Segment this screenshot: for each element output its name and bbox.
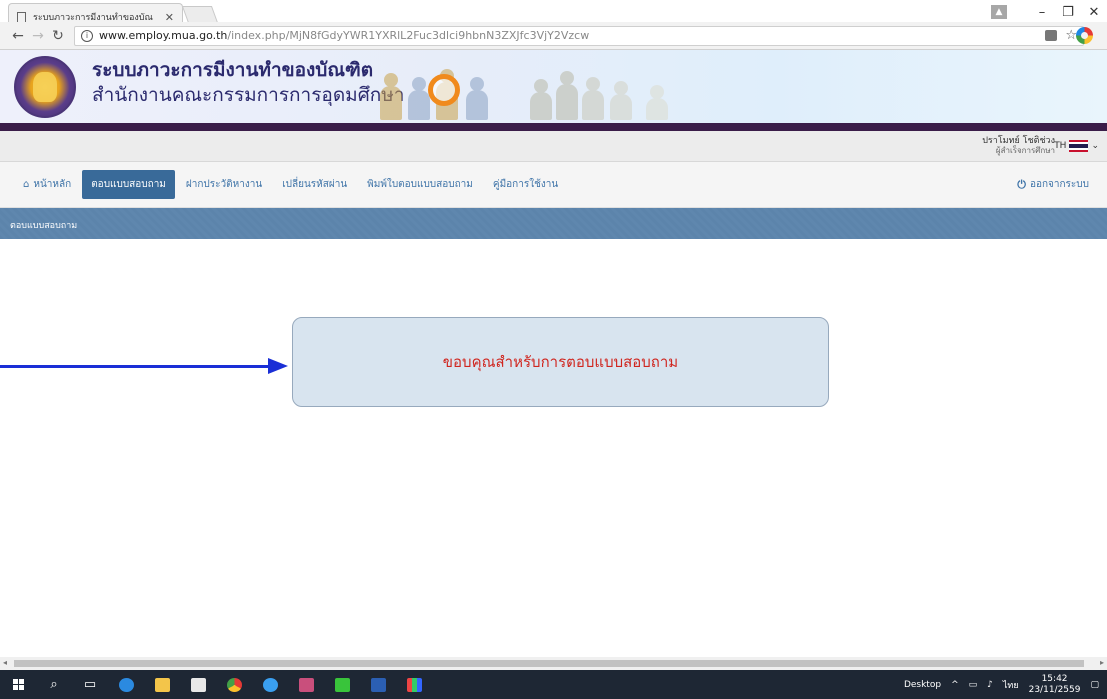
extension-icon[interactable] (1076, 27, 1093, 44)
windows-taskbar: ⌕ ▭ Desktop ^ ▭ ♪ ไทย 15:42 23/11/2559 ▢ (0, 670, 1107, 699)
language-code: TH (1054, 141, 1067, 151)
back-button[interactable]: ← (8, 28, 28, 44)
url-host: www.employ.mua.go.th (99, 29, 228, 42)
annotation-arrow-line (0, 365, 270, 368)
clock-time: 15:42 (1041, 673, 1068, 684)
success-message: ขอบคุณสำหรับการตอบแบบสอบถาม (442, 353, 679, 371)
minimize-button[interactable]: – (1029, 5, 1055, 20)
main-nav: ⌂ หน้าหลัก ตอบแบบสอบถาม ฝากประวัติหางาน … (0, 162, 1107, 208)
user-name: ปราโมทย์ โชติช่วง (982, 136, 1055, 146)
new-tab-button[interactable] (181, 6, 219, 23)
internet-explorer-icon[interactable] (252, 670, 288, 699)
forward-button[interactable]: → (28, 28, 48, 44)
success-message-box: ขอบคุณสำหรับการตอบแบบสอบถาม (292, 317, 829, 407)
nav-item-label: ฝากประวัติหางาน (185, 179, 263, 190)
edge-icon[interactable] (108, 670, 144, 699)
search-icon[interactable]: ⌕ (36, 670, 72, 699)
site-banner: ระบบภาวะการมีงานทำของบัณฑิต สำนักงานคณะก… (0, 50, 1107, 124)
nav-item-home[interactable]: ⌂ หน้าหลัก (14, 170, 80, 199)
thai-flag-icon (1069, 140, 1089, 152)
nav-item-label: พิมพ์ใบตอบแบบสอบถาม (367, 179, 473, 190)
logout-button[interactable]: ⏻ ออกจากระบบ (1017, 177, 1089, 192)
nav-item-label: คู่มือการใช้งาน (492, 179, 559, 190)
scrollbar-thumb[interactable] (14, 660, 1084, 667)
network-icon[interactable]: ▭ (969, 680, 978, 690)
home-icon: ⌂ (23, 179, 30, 190)
url-path: /index.php/MjN8fGdyYWR1YXRlL2Fuc3dlci9hb… (227, 29, 590, 42)
nav-item-job-profile[interactable]: ฝากประวัติหางาน (177, 170, 271, 199)
store-icon[interactable] (180, 670, 216, 699)
page-icon (17, 11, 26, 23)
nav-item-questionnaire[interactable]: ตอบแบบสอบถาม (82, 170, 175, 199)
page-header-bar: ตอบแบบสอบถาม (0, 208, 1107, 239)
nav-item-label: หน้าหลัก (33, 179, 72, 190)
profile-icon[interactable]: ▲ (991, 5, 1007, 19)
nav-item-manual[interactable]: คู่มือการใช้งาน (484, 170, 567, 199)
line-icon[interactable] (324, 670, 360, 699)
nav-item-label: เปลี่ยนรหัสผ่าน (282, 179, 348, 190)
magnifier-icon (428, 74, 460, 106)
site-subtitle: สำนักงานคณะกรรมการการอุดมศึกษา (92, 84, 405, 106)
window-controls: ▲ – ❐ ✕ (991, 0, 1107, 24)
address-bar: ← → ↻ i www.employ.mua.go.th/index.php/M… (0, 22, 1107, 50)
notifications-icon[interactable]: ▢ (1090, 680, 1099, 690)
power-icon: ⏻ (1017, 177, 1026, 191)
task-view-icon[interactable]: ▭ (72, 670, 108, 699)
paint-icon[interactable] (396, 670, 432, 699)
file-explorer-icon[interactable] (144, 670, 180, 699)
clock-date: 23/11/2559 (1028, 684, 1081, 695)
word-icon[interactable] (360, 670, 396, 699)
nav-item-label: ตอบแบบสอบถาม (91, 179, 166, 190)
app-icon[interactable] (288, 670, 324, 699)
restore-button[interactable]: ❐ (1055, 5, 1081, 20)
desktop-toolbar[interactable]: Desktop (904, 680, 941, 690)
horizontal-scrollbar[interactable]: ◂ ▸ (0, 657, 1107, 670)
banner-illustration (370, 54, 690, 120)
annotation-arrow-head (268, 358, 288, 374)
url-input[interactable]: i www.employ.mua.go.th/index.php/MjN8fGd… (74, 25, 1084, 46)
banner-divider (0, 123, 1107, 131)
input-language[interactable]: ไทย (1003, 678, 1019, 692)
logout-label: ออกจากระบบ (1029, 179, 1089, 190)
volume-icon[interactable]: ♪ (987, 680, 993, 690)
translate-icon[interactable] (1045, 30, 1058, 41)
show-hidden-icons-icon[interactable]: ^ (951, 680, 959, 690)
scroll-left-icon[interactable]: ◂ (3, 658, 7, 667)
university-seal-logo (14, 56, 76, 118)
user-role: ผู้สำเร็จการศึกษา (995, 146, 1055, 155)
info-icon[interactable]: i (81, 29, 93, 42)
main-content: ขอบคุณสำหรับการตอบแบบสอบถาม (0, 239, 1107, 657)
close-window-button[interactable]: ✕ (1081, 5, 1107, 20)
chrome-icon[interactable] (216, 670, 252, 699)
user-info[interactable]: ปราโมทย์ โชติช่วง ผู้สำเร็จการศึกษา (982, 136, 1055, 156)
nav-item-change-password[interactable]: เปลี่ยนรหัสผ่าน (273, 170, 356, 199)
page-title: ตอบแบบสอบถาม (10, 221, 78, 231)
windows-logo-icon (12, 679, 24, 690)
language-selector[interactable]: TH ⌄ (1054, 140, 1099, 152)
site-title: ระบบภาวะการมีงานทำของบัณฑิต (92, 59, 374, 81)
chevron-down-icon: ⌄ (1091, 141, 1099, 151)
start-button[interactable] (0, 670, 36, 699)
system-tray: Desktop ^ ▭ ♪ ไทย 15:42 23/11/2559 ▢ (904, 674, 1107, 696)
clock[interactable]: 15:42 23/11/2559 (1029, 674, 1081, 696)
reload-button[interactable]: ↻ (48, 28, 68, 44)
scroll-right-icon[interactable]: ▸ (1100, 658, 1104, 667)
nav-item-print-answers[interactable]: พิมพ์ใบตอบแบบสอบถาม (358, 170, 482, 199)
user-bar: ปราโมทย์ โชติช่วง ผู้สำเร็จการศึกษา TH ⌄ (0, 131, 1107, 162)
